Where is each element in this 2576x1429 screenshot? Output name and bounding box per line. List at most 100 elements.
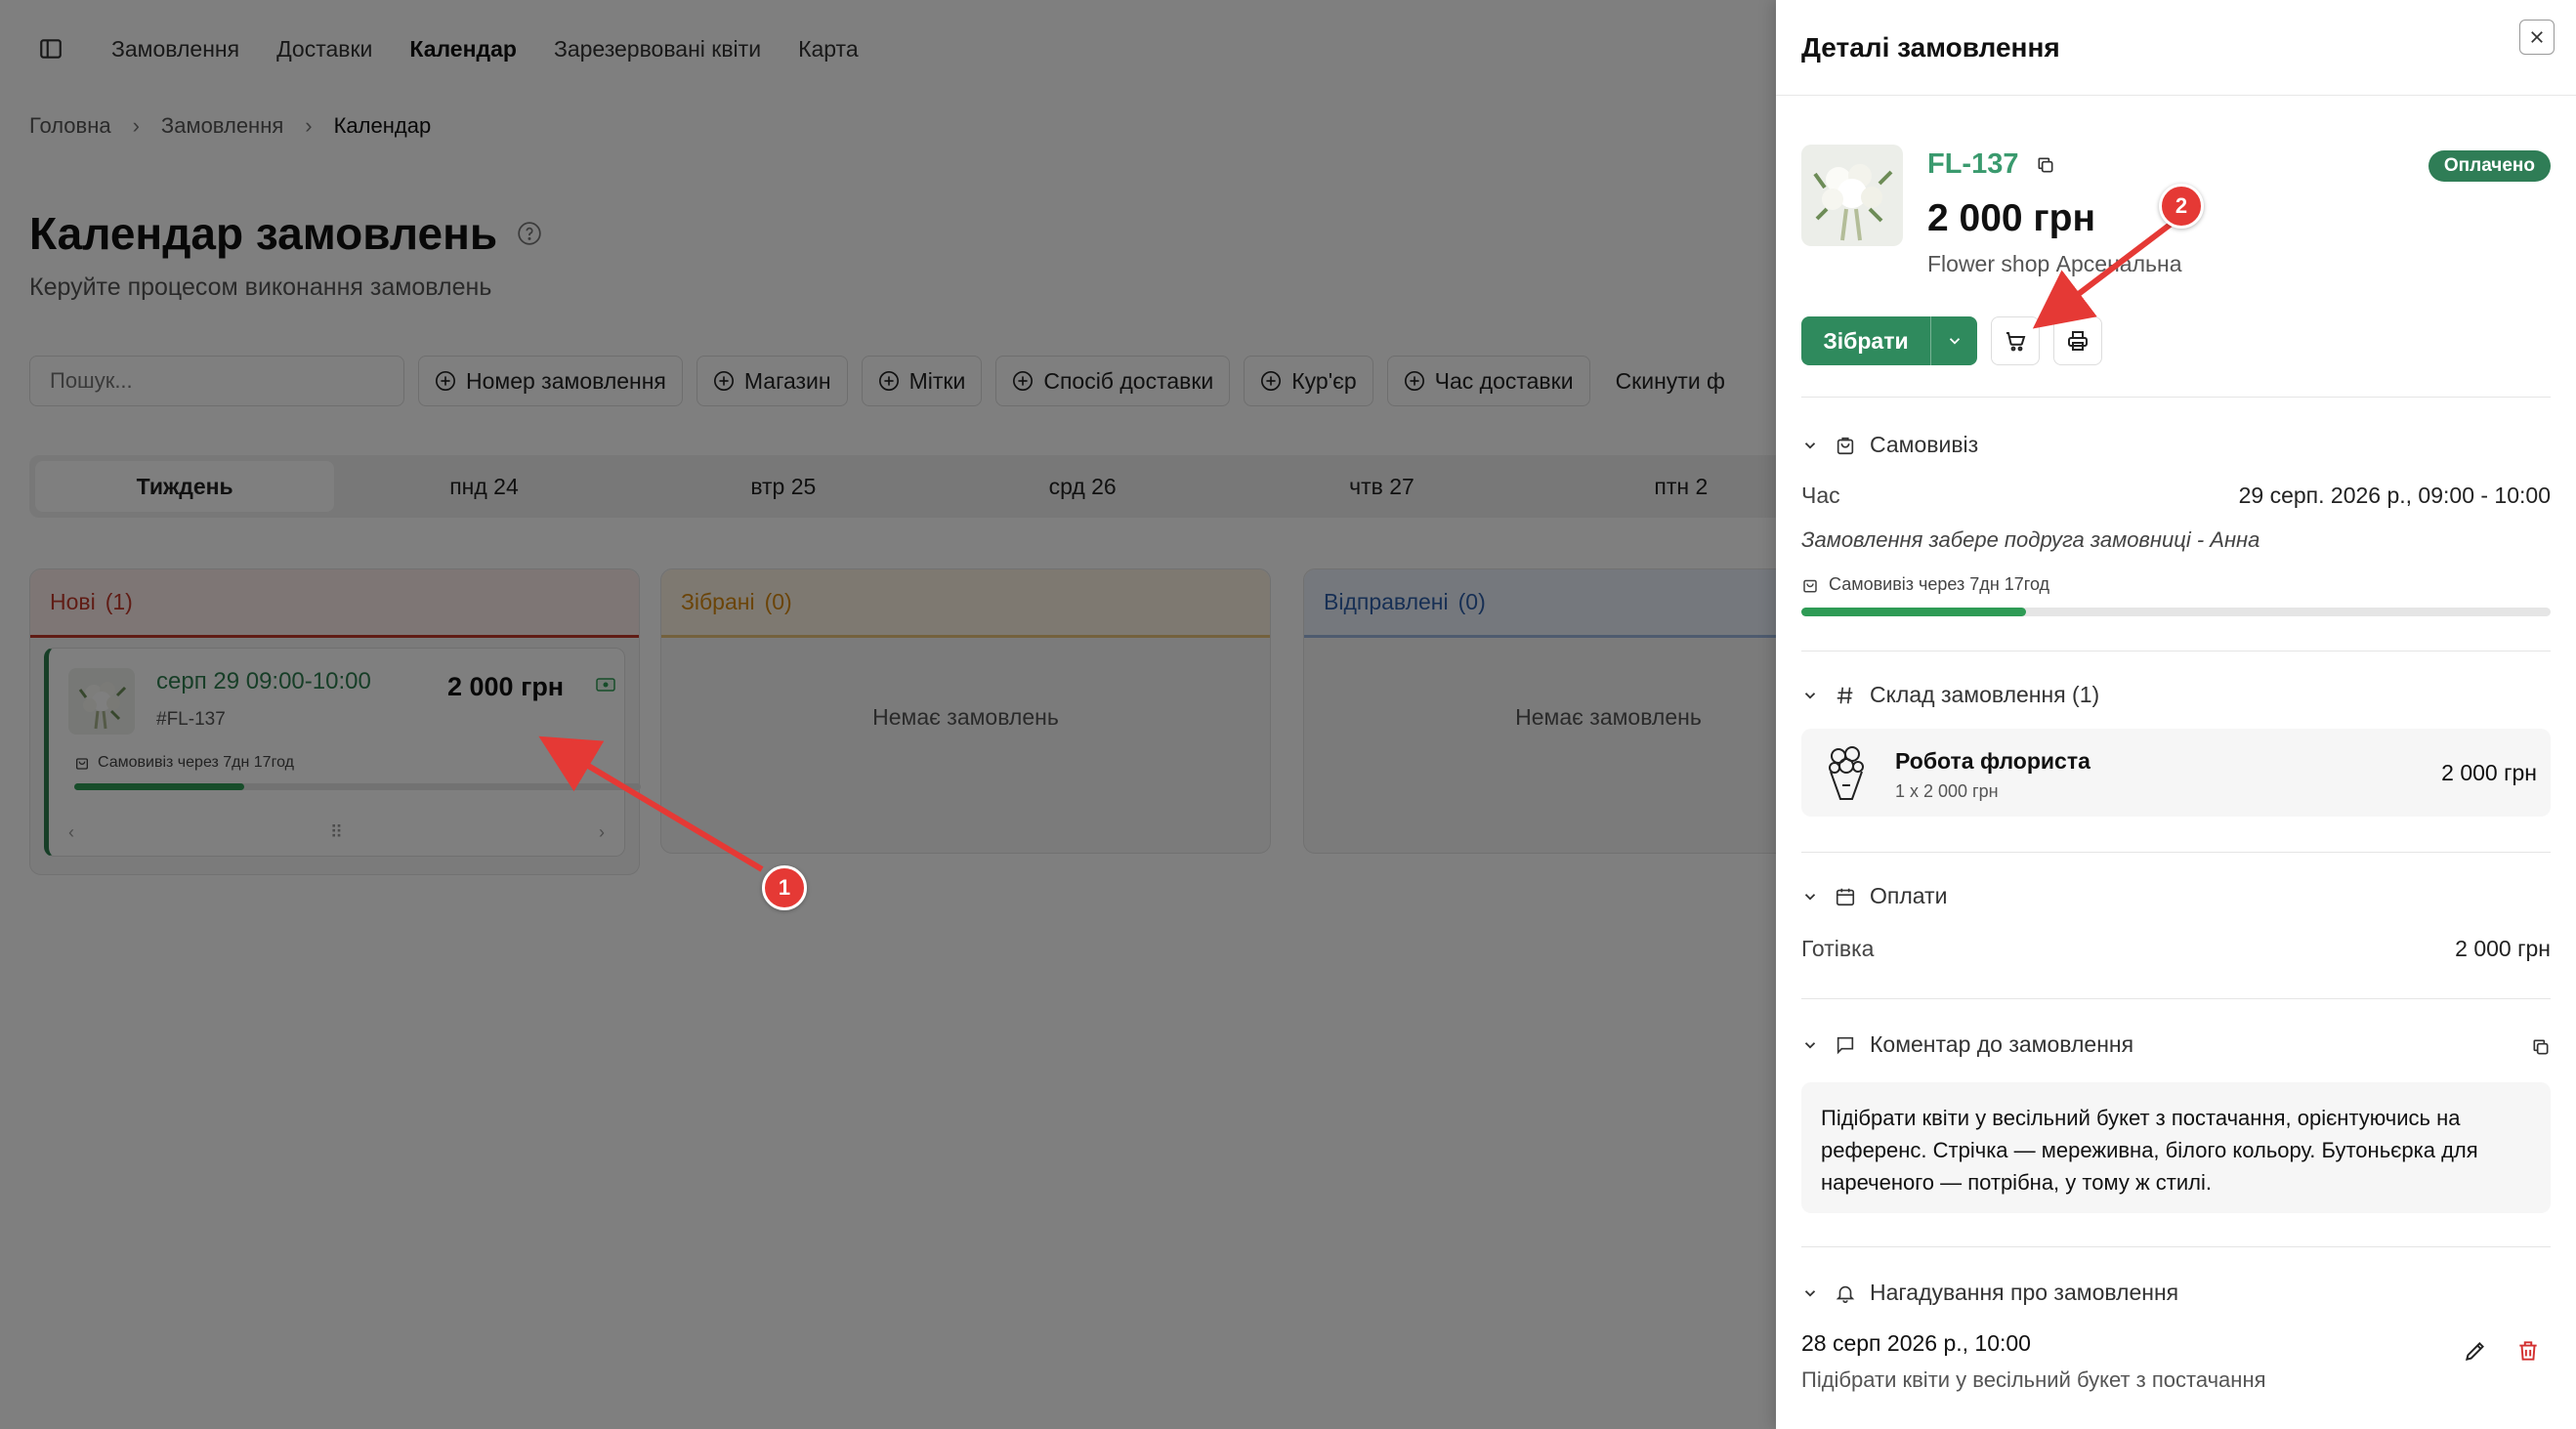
- tab-week[interactable]: Тиждень: [35, 461, 335, 512]
- filter-delivery-method-button[interactable]: Спосіб доставки: [995, 356, 1231, 406]
- column-title: Зібрані: [681, 589, 755, 614]
- filter-bar: Номер замовлення Магазин Мітки Спосіб до…: [29, 356, 1737, 406]
- nav-reserved-flowers[interactable]: Зарезервовані квіти: [554, 36, 761, 63]
- pencil-icon[interactable]: [2463, 1338, 2488, 1364]
- pickup-note: Замовлення забере подруга замовниці - Ан…: [1801, 527, 2260, 552]
- tab-thu[interactable]: чтв 27: [1232, 461, 1531, 512]
- nav-map[interactable]: Карта: [798, 36, 859, 63]
- cart-button[interactable]: [1991, 316, 2040, 365]
- column-count: (0): [764, 589, 792, 614]
- nav-calendar[interactable]: Календар: [409, 36, 517, 63]
- filter-label: Магазин: [743, 367, 831, 394]
- chevron-right-icon[interactable]: ›: [599, 822, 605, 843]
- comment-section-header[interactable]: Коментар до замовлення: [1801, 1031, 2133, 1058]
- plus-circle-icon: [713, 371, 734, 391]
- payment-row: Готівка 2 000 грн: [1801, 936, 2551, 962]
- column-sent: Відправлені (0) Немає замовлень: [1303, 568, 1776, 854]
- calendar-icon: [1836, 888, 1855, 905]
- reminder-title: Нагадування про замовлення: [1870, 1280, 2179, 1305]
- column-collected: Зібрані (0) Немає замовлень: [660, 568, 1271, 854]
- column-new: Нові (1) серп 29 09:00-10:00 2 000 грн #…: [29, 568, 641, 875]
- page-title: Календар замовлень: [29, 207, 542, 260]
- bouquet-thumbnail: [68, 668, 135, 735]
- shop-name: Flower shop Арсенальна: [1927, 251, 2182, 276]
- divider: [1801, 998, 2551, 999]
- tab-mon[interactable]: пнд 24: [334, 461, 633, 512]
- chevron-down-icon: [1804, 893, 1816, 901]
- bouquet-photo: [1801, 145, 1903, 246]
- chevron-down-icon: [1804, 441, 1816, 449]
- help-circle-icon[interactable]: [517, 221, 542, 246]
- nav-deliveries[interactable]: Доставки: [276, 36, 372, 63]
- payments-section-header[interactable]: Оплати: [1801, 883, 1947, 909]
- filter-delivery-time-button[interactable]: Час доставки: [1386, 356, 1590, 406]
- filter-courier-button[interactable]: Кур'єр: [1244, 356, 1373, 406]
- comment-title: Коментар до замовлення: [1870, 1031, 2134, 1057]
- order-amount: 2 000 грн: [1927, 197, 2096, 239]
- search-input[interactable]: [29, 356, 404, 406]
- filter-shop-button[interactable]: Магазин: [696, 356, 848, 406]
- plus-circle-icon: [878, 371, 899, 391]
- bag-icon: [76, 758, 88, 770]
- copy-icon[interactable]: [2531, 1037, 2551, 1057]
- divider: [1801, 1246, 2551, 1247]
- order-item[interactable]: Робота флориста 1 x 2 000 грн 2 000 грн: [1801, 729, 2551, 817]
- tab-fri[interactable]: птн 2: [1532, 461, 1776, 512]
- trash-icon[interactable]: [2515, 1338, 2541, 1364]
- pickup-countdown-text: Самовивіз через 7дн 17год: [1829, 574, 2050, 594]
- print-button[interactable]: [2053, 316, 2102, 365]
- items-title: Склад замовлення (1): [1870, 682, 2100, 707]
- order-card-progress: [74, 783, 641, 790]
- reset-filters-button[interactable]: Скинути ф: [1604, 368, 1737, 395]
- plus-circle-icon: [1261, 371, 1282, 391]
- tab-wed[interactable]: срд 26: [933, 461, 1232, 512]
- callout-badge-2: 2: [2159, 184, 2204, 229]
- breadcrumb-home[interactable]: Головна: [29, 113, 111, 139]
- order-card-price: 2 000 грн: [447, 672, 565, 701]
- pickup-title: Самовивіз: [1870, 432, 1979, 457]
- order-card[interactable]: серп 29 09:00-10:00 2 000 грн #FL-137 Са…: [44, 648, 641, 857]
- column-sent-header: Відправлені (0): [1304, 569, 1776, 638]
- reminder-text: Підібрати квіти у весільний букет з пост…: [1801, 1367, 2266, 1392]
- items-section-header[interactable]: Склад замовлення (1): [1801, 682, 2099, 708]
- column-title: Нові: [50, 589, 96, 614]
- order-number-text[interactable]: FL-137: [1927, 148, 2018, 181]
- copy-icon[interactable]: [2036, 155, 2055, 175]
- page-subtitle: Керуйте процесом виконання замовлень: [29, 273, 492, 301]
- chevron-right-icon: ›: [132, 113, 140, 138]
- column-empty-state: Немає замовлень: [1515, 704, 1702, 730]
- order-number: FL-137: [1927, 148, 2055, 181]
- callout-badge-1: 1: [762, 865, 807, 910]
- panel-title: Деталі замовлення: [1801, 31, 2060, 63]
- progress-fill: [1801, 608, 2027, 616]
- pickup-section-header[interactable]: Самовивіз: [1801, 432, 1978, 458]
- payment-method: Готівка: [1801, 936, 1875, 961]
- card-scrollbar[interactable]: ‹ ⠿ ›: [68, 820, 605, 844]
- bouquet-icon: [1821, 742, 1872, 808]
- chevron-down-icon[interactable]: [1930, 316, 1977, 365]
- sidebar-toggle-icon[interactable]: [29, 27, 72, 70]
- panel-header: Деталі замовлення: [1776, 0, 2576, 96]
- comment-text: Підібрати квіти у весільний букет з пост…: [1801, 1082, 2551, 1213]
- printer-icon: [2068, 331, 2088, 351]
- tab-tue[interactable]: втр 25: [634, 461, 933, 512]
- drag-handle-icon[interactable]: ⠿: [330, 822, 343, 843]
- payments-title: Оплати: [1870, 883, 1948, 908]
- column-count: (0): [1457, 589, 1486, 614]
- collect-button[interactable]: Зібрати: [1801, 316, 1977, 365]
- pickup-time-label: Час: [1801, 483, 1840, 508]
- nav-orders[interactable]: Замовлення: [111, 36, 239, 63]
- cash-icon: [596, 678, 615, 696]
- chevron-down-icon: [1804, 1289, 1816, 1297]
- breadcrumb-orders[interactable]: Замовлення: [161, 113, 283, 139]
- message-icon: [1837, 1036, 1854, 1054]
- chevron-left-icon[interactable]: ‹: [68, 822, 74, 843]
- close-button[interactable]: [2519, 20, 2555, 55]
- cart-icon: [2006, 332, 2026, 352]
- filter-label: Кур'єр: [1291, 367, 1357, 394]
- chevron-down-icon: [1804, 692, 1816, 699]
- filter-label: Номер замовлення: [466, 367, 666, 394]
- filter-order-number-button[interactable]: Номер замовлення: [418, 356, 683, 406]
- reminder-section-header[interactable]: Нагадування про замовлення: [1801, 1280, 2178, 1306]
- filter-tags-button[interactable]: Мітки: [861, 356, 983, 406]
